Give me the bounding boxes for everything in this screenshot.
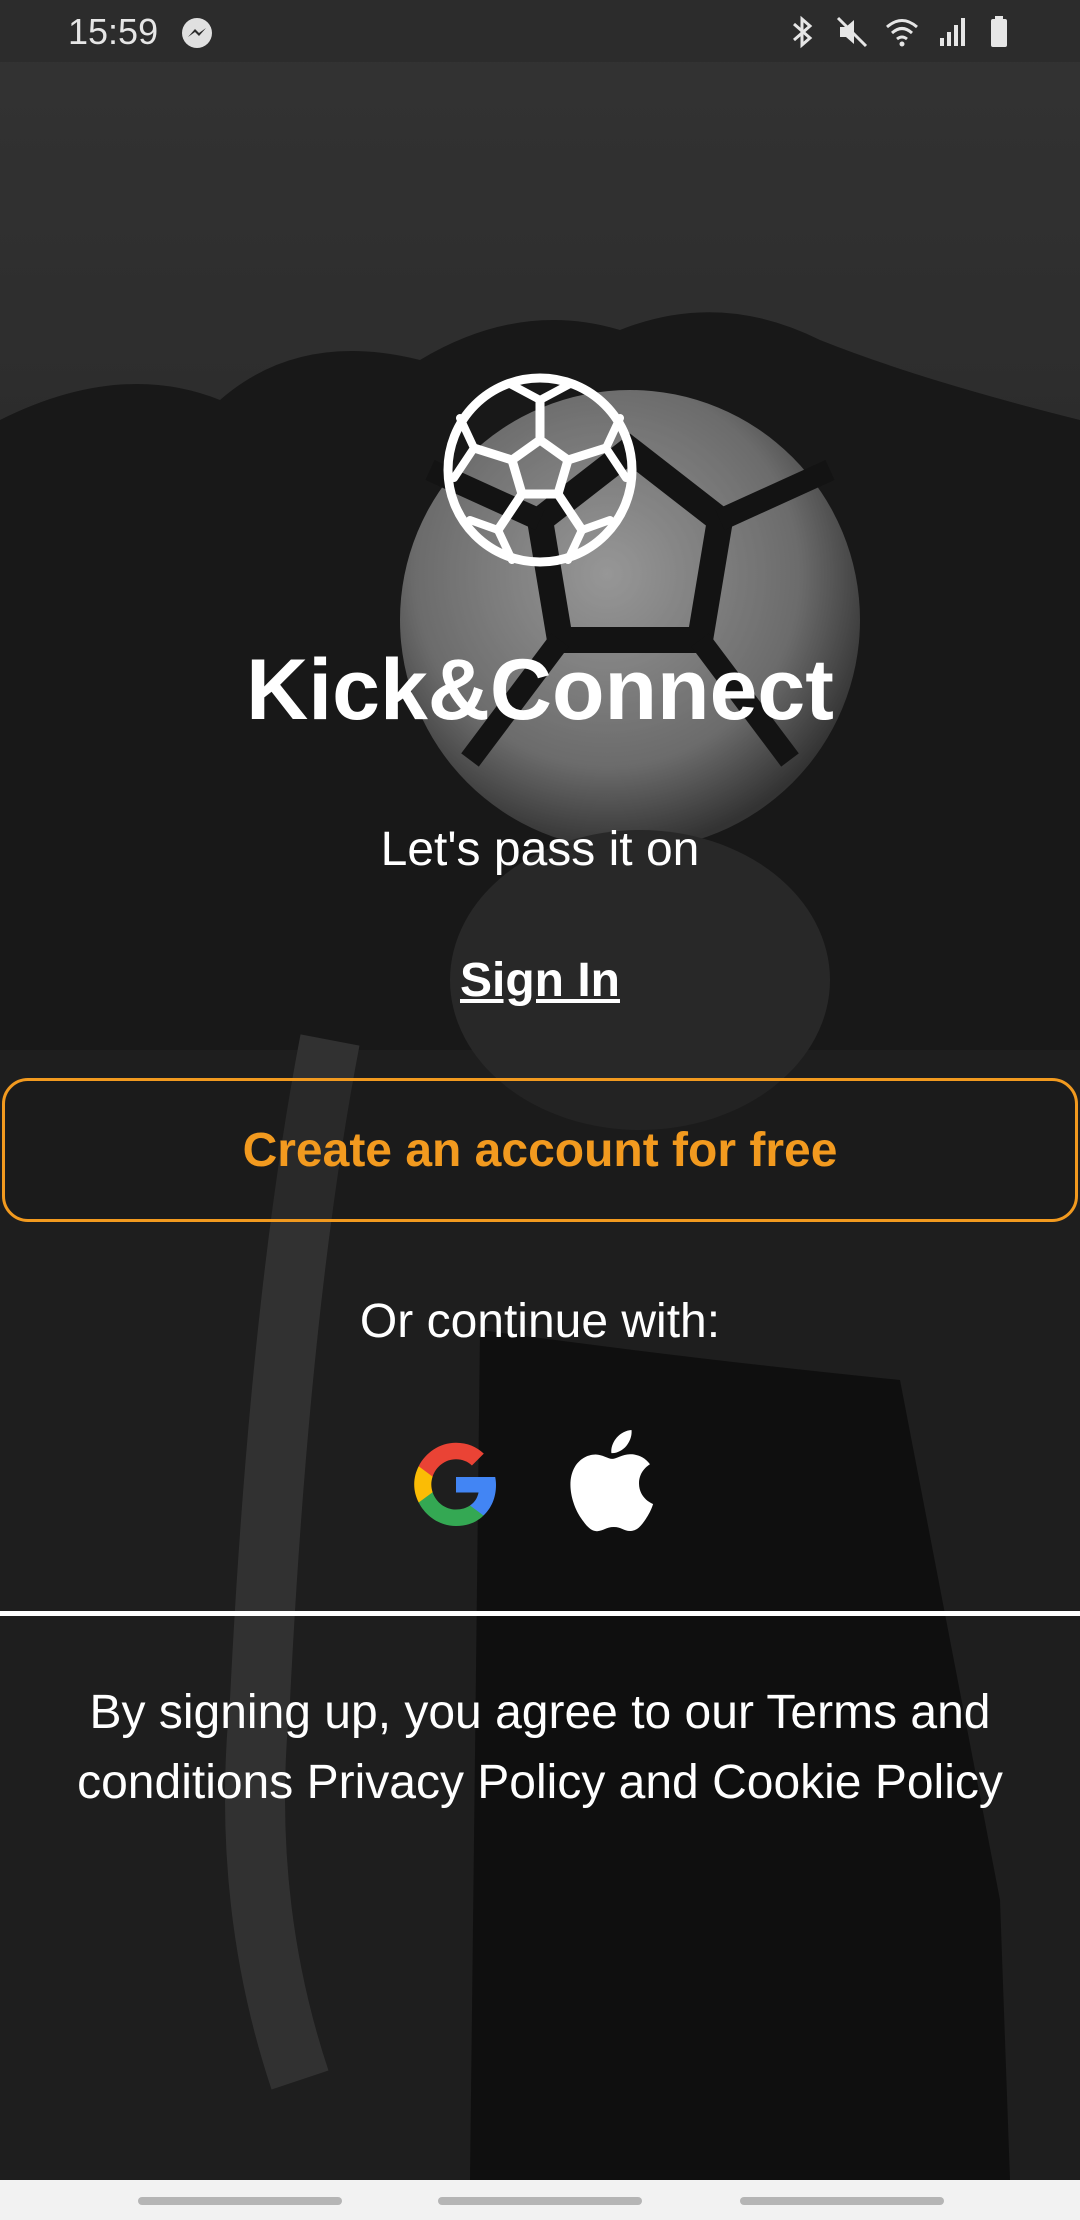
nav-back-handle[interactable] xyxy=(740,2197,944,2205)
divider xyxy=(0,1611,1080,1616)
mute-icon xyxy=(834,14,870,50)
signal-icon xyxy=(934,14,970,50)
battery-icon xyxy=(984,14,1020,50)
nav-recents-handle[interactable] xyxy=(138,2197,342,2205)
tagline: Let's pass it on xyxy=(380,823,700,876)
status-time: 15:59 xyxy=(68,11,159,52)
terms-text[interactable]: By signing up, you agree to our Terms an… xyxy=(50,1678,1030,1818)
app-title: Kick&Connect xyxy=(246,642,834,738)
bluetooth-icon xyxy=(784,14,820,50)
create-account-label: Create an account for free xyxy=(242,1123,838,1177)
nav-home-handle[interactable] xyxy=(438,2197,642,2205)
wifi-icon xyxy=(884,14,920,50)
apple-icon[interactable] xyxy=(560,1424,656,1536)
status-icons xyxy=(784,14,1020,50)
status-bar: 15:59 xyxy=(0,0,1080,62)
continue-with-label: Or continue with: xyxy=(359,1295,721,1348)
navigation-bar xyxy=(0,2180,1080,2220)
soccer-ball-icon xyxy=(443,373,637,567)
google-icon[interactable] xyxy=(408,1436,504,1532)
sign-in-link[interactable]: Sign In xyxy=(0,950,1080,1012)
messenger-icon xyxy=(182,18,212,48)
create-account-button[interactable]: Create an account for free xyxy=(2,1078,1078,1222)
welcome-screen: 15:59 Kick&Connect Let's pass it on Sign… xyxy=(0,0,1080,2220)
